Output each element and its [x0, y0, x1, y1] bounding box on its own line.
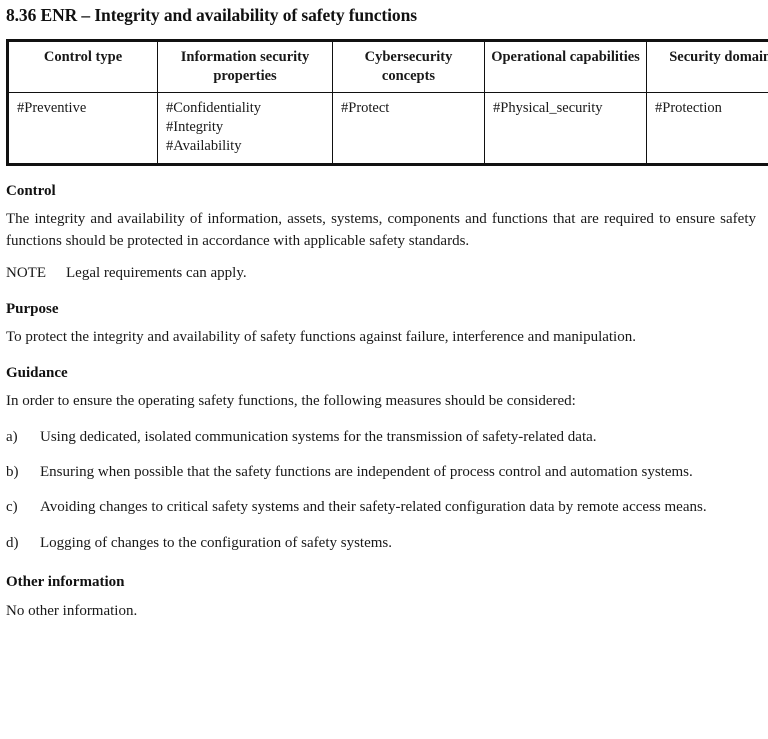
control-note: NOTELegal requirements can apply. [6, 263, 762, 284]
guidance-measures-list: a) Using dedicated, isolated communicati… [6, 427, 762, 554]
table-row: #Preventive #Confidentiality #Integrity … [8, 93, 768, 165]
list-item-text: Ensuring when possible that the safety f… [40, 464, 693, 480]
table-header: Control type Information security proper… [8, 41, 768, 93]
document-page: 8.36 ENR – Integrity and availability of… [0, 5, 768, 739]
list-item: a) Using dedicated, isolated communicati… [6, 427, 762, 448]
section-text-control: The integrity and availability of inform… [6, 209, 762, 252]
column-header-cybersecurity-concepts: Cybersecurity concepts [333, 41, 485, 93]
control-attributes-table: Control type Information security proper… [6, 39, 768, 166]
cell-security-domains: #Protection [647, 93, 768, 165]
note-label: NOTE [6, 263, 66, 284]
list-item-marker: a) [6, 427, 32, 448]
section-heading-other-information: Other information [6, 573, 762, 591]
table-body: #Preventive #Confidentiality #Integrity … [8, 93, 768, 165]
section-heading-control: Control [6, 182, 762, 200]
note-text: Legal requirements can apply. [66, 265, 247, 281]
section-heading-guidance: Guidance [6, 364, 762, 382]
section-text-guidance-intro: In order to ensure the operating safety … [6, 391, 762, 412]
tag-value: #Protect [341, 99, 484, 118]
list-item-marker: c) [6, 497, 32, 518]
tag-value: #Protection [655, 99, 768, 118]
cell-operational-capabilities: #Physical_security [485, 93, 647, 165]
tag-value: #Availability [166, 137, 332, 156]
section-heading-purpose: Purpose [6, 300, 762, 318]
list-item: d) Logging of changes to the configurati… [6, 533, 762, 554]
column-header-control-type: Control type [8, 41, 158, 93]
section-text-purpose: To protect the integrity and availabilit… [6, 327, 762, 348]
column-header-operational-capabilities: Operational capabilities [485, 41, 647, 93]
list-item-text: Logging of changes to the configuration … [40, 535, 392, 551]
cell-information-security-properties: #Confidentiality #Integrity #Availabilit… [158, 93, 333, 165]
section-text-other-information: No other information. [6, 601, 762, 622]
list-item-text: Using dedicated, isolated communication … [40, 429, 597, 445]
column-header-information-security-properties: Information security properties [158, 41, 333, 93]
cell-control-type: #Preventive [8, 93, 158, 165]
tag-value: #Physical_security [493, 99, 646, 118]
list-item: c) Avoiding changes to critical safety s… [6, 497, 762, 518]
list-item-marker: b) [6, 462, 32, 483]
tag-value: #Preventive [17, 99, 157, 118]
tag-value: #Confidentiality [166, 99, 332, 118]
list-item-marker: d) [6, 533, 32, 554]
tag-value: #Integrity [166, 118, 332, 137]
cell-cybersecurity-concepts: #Protect [333, 93, 485, 165]
list-item: b) Ensuring when possible that the safet… [6, 462, 762, 483]
table-header-row: Control type Information security proper… [8, 41, 768, 93]
page-title: 8.36 ENR – Integrity and availability of… [6, 5, 762, 25]
list-item-text: Avoiding changes to critical safety syst… [40, 499, 707, 515]
column-header-security-domains: Security domains [647, 41, 768, 93]
